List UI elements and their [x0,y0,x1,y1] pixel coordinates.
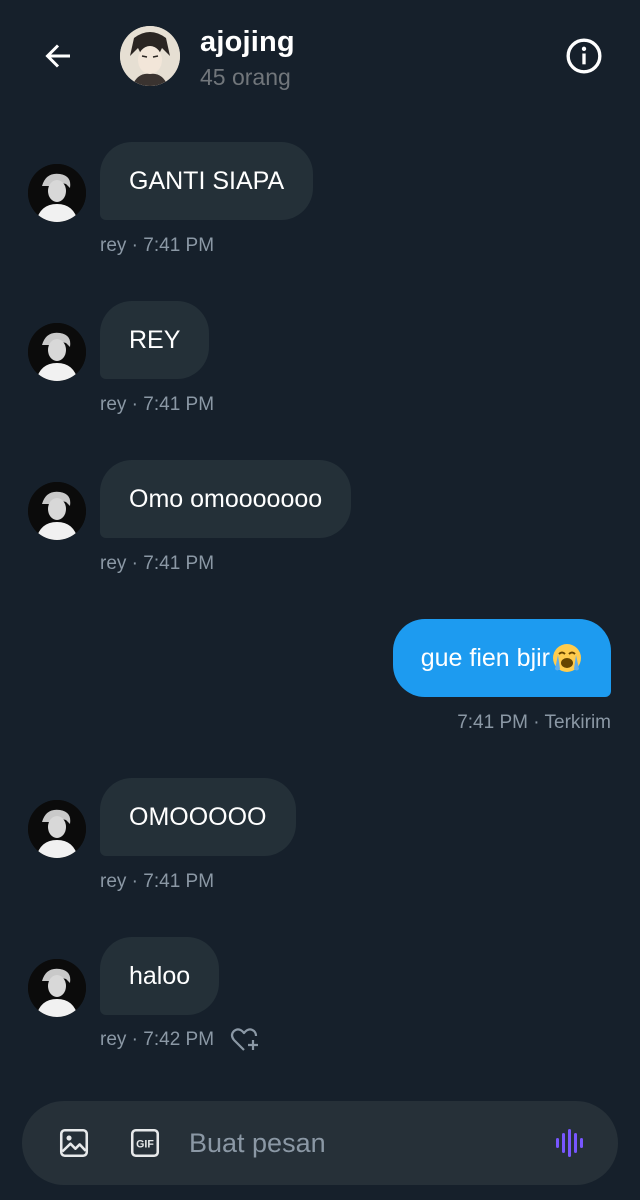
message-meta-text: rey · 7:41 PM [100,394,215,415]
avatar-image [28,959,86,1017]
avatar-image [28,800,86,858]
message-meta-text: rey · 7:41 PM [100,871,215,892]
heart-plus-icon [230,1028,259,1051]
sender-avatar[interactable] [28,800,86,858]
message-meta: rey · 7:41 PM [100,394,214,416]
gif-button[interactable]: GIF [125,1123,165,1163]
message-meta: rey · 7:41 PM [100,553,214,575]
incoming-message-bubble[interactable]: REY [100,301,210,379]
message-meta: rey · 7:41 PM [100,871,214,893]
arrow-left-icon [45,44,70,68]
loudly-crying-face-icon [553,644,581,672]
add-reaction-button[interactable] [228,1025,262,1055]
group-avatar-image [120,26,180,86]
image-button[interactable] [54,1123,94,1163]
incoming-message-bubble[interactable]: GANTI SIAPA [100,142,314,220]
image-icon [59,1128,89,1158]
voice-wave-icon [556,1129,583,1157]
outgoing-message-text: gue fien bjir [420,643,550,672]
outgoing-message-bubble[interactable]: gue fien bjir [392,619,611,697]
message-meta: rey · 7:41 PM [100,235,214,257]
gif-label: GIF [136,1139,154,1151]
message-meta-text: rey · 7:41 PM [100,553,215,574]
message-meta-text: rey · 7:41 PM [100,235,215,256]
sender-avatar[interactable] [28,959,86,1017]
incoming-message-bubble[interactable]: Omo omooooooo [100,460,352,538]
message-input[interactable]: Buat pesan [189,1128,326,1159]
chat-title[interactable]: ajojing [200,26,295,59]
avatar-image [28,164,86,222]
incoming-message-bubble[interactable]: OMOOOOO [100,778,296,856]
incoming-message-bubble[interactable]: haloo [100,937,220,1015]
avatar-image [28,323,86,381]
voice-message-button[interactable] [550,1123,590,1163]
message-composer: GIF Buat pesan [22,1101,618,1185]
chat-header: ajojing 45 orang [0,0,640,110]
message-meta-text: rey · 7:42 PM [100,1029,215,1050]
gif-icon: GIF [130,1128,160,1158]
avatar-image [28,482,86,540]
back-button[interactable] [36,34,80,78]
message-meta: rey · 7:42 PM [100,1025,262,1055]
sender-avatar[interactable] [28,323,86,381]
sender-avatar[interactable] [28,164,86,222]
member-count: 45 orang [200,64,291,90]
info-icon [566,38,602,74]
info-button[interactable] [562,34,606,78]
message-meta: 7:41 PM · Terkirim [457,712,611,733]
sender-avatar[interactable] [28,482,86,540]
group-avatar[interactable] [120,26,180,86]
